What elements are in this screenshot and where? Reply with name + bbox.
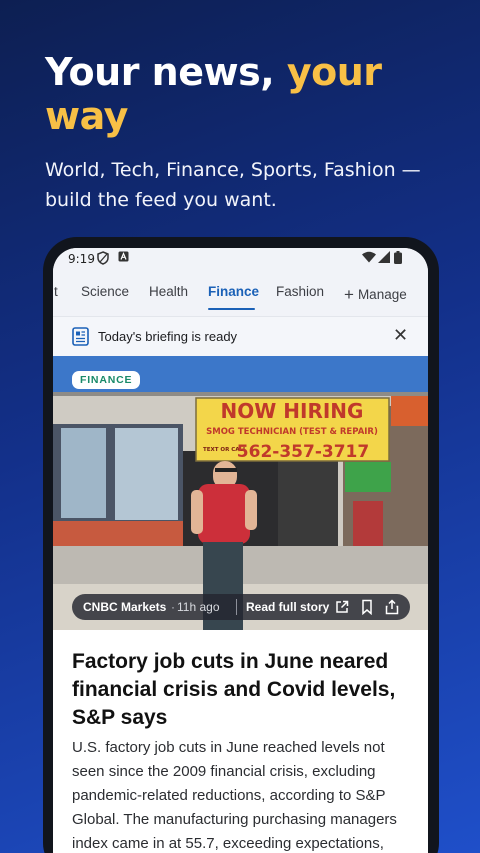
close-icon[interactable]: ✕ (393, 325, 408, 346)
bookmark-icon[interactable] (359, 599, 375, 615)
hero-photo: NOW HIRING SMOG TECHNICIAN (TEST & REPAI… (53, 356, 428, 630)
tab-finance[interactable]: Finance (208, 284, 259, 299)
tab-fashion[interactable]: Fashion (276, 284, 324, 299)
plus-icon: + (344, 285, 354, 304)
separator-dot: · (171, 600, 175, 614)
article-age: 11h ago (177, 600, 220, 614)
tab-health[interactable]: Health (149, 284, 188, 299)
briefing-text: Today's briefing is ready (98, 329, 238, 344)
sign-phone: 562-357-3717 (237, 442, 369, 462)
signal-icon (378, 251, 390, 266)
read-full-story-link[interactable]: Read full story (246, 600, 329, 614)
promo-headline: Your news, your way (45, 50, 445, 138)
manage-button[interactable]: + Manage (344, 284, 407, 304)
app-screen: 9:19 t Science Health Finance Fashion + M… (53, 248, 428, 853)
wifi-icon (362, 251, 376, 266)
promo-subhead: World, Tech, Finance, Sports, Fashion — … (45, 159, 421, 211)
category-tag: FINANCE (72, 371, 141, 389)
a-notification-icon (118, 251, 129, 265)
tab-science[interactable]: Science (81, 284, 129, 299)
headline-accent-2: way (45, 94, 128, 138)
external-link-icon[interactable] (334, 599, 350, 615)
active-tab-indicator (208, 308, 255, 310)
status-bar: 9:19 (53, 248, 428, 272)
source-bar: CNBC Markets · 11h ago Read full story (72, 594, 410, 620)
article-title[interactable]: Factory job cuts in June neared financia… (72, 648, 402, 732)
divider (236, 599, 237, 615)
battery-icon (394, 251, 402, 267)
category-tabs: t Science Health Finance Fashion + Manage (53, 272, 428, 316)
status-time: 9:19 (68, 252, 95, 266)
hero-image[interactable]: NOW HIRING SMOG TECHNICIAN (TEST & REPAI… (53, 356, 428, 630)
tab-partial[interactable]: t (54, 284, 58, 299)
shield-icon (97, 251, 109, 268)
article-body: U.S. factory job cuts in June reached le… (72, 739, 397, 852)
sign-line-1: NOW HIRING (221, 399, 364, 423)
manage-label: Manage (357, 287, 407, 302)
headline-main: Your news, (45, 50, 287, 94)
briefing-banner[interactable]: Today's briefing is ready ✕ (53, 316, 428, 356)
headline-accent: your (286, 50, 382, 94)
newspaper-icon (72, 327, 89, 346)
source-name[interactable]: CNBC Markets (83, 600, 166, 614)
sign-line-2: SMOG TECHNICIAN (TEST & REPAIR) (206, 427, 378, 437)
share-icon[interactable] (384, 599, 400, 615)
